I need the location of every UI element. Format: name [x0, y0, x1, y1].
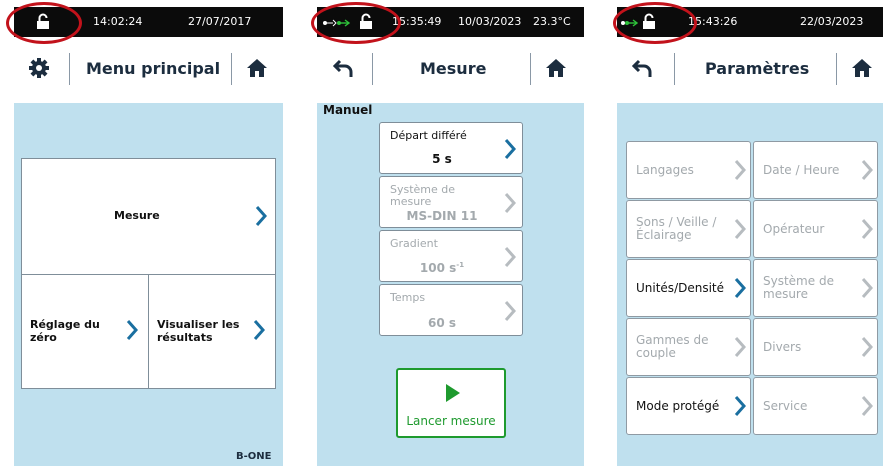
setting-gradient: Gradient 100 s-1 [379, 230, 523, 282]
param-label: Système de mesure [763, 274, 834, 301]
param-label: Divers [763, 340, 802, 354]
param-label: Mode protégé [636, 399, 720, 413]
launch-measure-label: Lancer mesure [406, 414, 496, 428]
setting-value-exponent: -1 [456, 261, 465, 269]
setting-temps: Temps 60 s [379, 284, 523, 336]
page-title: Paramètres [705, 59, 810, 78]
chevron-right-icon [734, 337, 746, 357]
setting-systeme-mesure: Système de mesure MS-DIN 11 [379, 176, 523, 228]
chevron-right-icon [504, 139, 516, 159]
setting-depart-differe[interactable]: Départ différé 5 s [379, 122, 523, 174]
chevron-right-icon [734, 219, 746, 239]
setting-value: 100 s [419, 261, 457, 275]
chevron-right-icon [861, 219, 873, 239]
chevron-right-icon [734, 396, 746, 416]
setting-label: Système de mesure [390, 183, 456, 208]
page-title: Mesure [420, 59, 487, 78]
chevron-right-icon [861, 160, 873, 180]
chevron-right-icon [734, 278, 746, 298]
chevron-right-icon [734, 160, 746, 180]
annotation-ellipse [311, 2, 401, 44]
chevron-right-icon [861, 396, 873, 416]
param-service: Service [753, 377, 878, 435]
param-systeme-mesure: Système de mesure [753, 259, 878, 317]
launch-measure-button[interactable]: Lancer mesure [396, 368, 506, 438]
setting-value: MS-DIN 11 [406, 209, 478, 223]
chevron-right-icon [504, 193, 516, 213]
parametres-screen: 15:43:26 22/03/2023 Paramètres Langages … [617, 7, 883, 466]
tile-mesure[interactable]: Mesure [21, 158, 276, 275]
setting-value: 60 s [427, 316, 457, 330]
param-divers: Divers [753, 318, 878, 376]
param-gammes-couple: Gammes de couple [626, 318, 751, 376]
param-operateur: Opérateur [753, 200, 878, 258]
chevron-right-icon [861, 278, 873, 298]
param-label: Service [763, 399, 808, 413]
chevron-right-icon [504, 247, 516, 267]
title-bar: Menu principal [14, 37, 283, 103]
home-icon[interactable] [246, 57, 268, 79]
annotation-ellipse [613, 2, 697, 44]
section-title: Manuel [323, 103, 373, 117]
param-label: Date / Heure [763, 163, 840, 177]
setting-label: Départ différé [390, 129, 467, 142]
tile-label: Réglage du zéro [30, 318, 100, 344]
status-date: 10/03/2023 [458, 15, 522, 28]
param-label: Langages [636, 163, 694, 177]
param-label: Unités/Densité [636, 281, 725, 295]
param-unites-densite[interactable]: Unités/Densité [626, 259, 751, 317]
param-sons-veille-eclairage: Sons / Veille / Éclairage [626, 200, 751, 258]
title-bar: Paramètres [617, 37, 883, 103]
status-date: 22/03/2023 [800, 15, 864, 28]
status-temperature: 23.3°C [533, 15, 571, 28]
chevron-right-icon [253, 320, 265, 340]
back-icon[interactable] [632, 57, 654, 79]
chevron-right-icon [861, 337, 873, 357]
back-icon[interactable] [333, 57, 355, 79]
status-date: 27/07/2017 [188, 15, 252, 28]
setting-label: Temps [390, 291, 426, 304]
annotation-ellipse [6, 2, 82, 44]
title-bar: Mesure [317, 37, 584, 103]
gear-icon[interactable] [28, 57, 50, 79]
page-title: Menu principal [86, 59, 221, 78]
home-icon[interactable] [545, 57, 567, 79]
param-date-heure: Date / Heure [753, 141, 878, 199]
setting-value: 5 s [432, 152, 452, 166]
home-icon[interactable] [851, 57, 873, 79]
param-label: Sons / Veille / Éclairage [636, 215, 717, 242]
param-mode-protege[interactable]: Mode protégé [626, 377, 751, 435]
tile-reglage-zero[interactable]: Réglage du zéro [21, 274, 149, 389]
param-label: Gammes de couple [636, 333, 709, 360]
chevron-right-icon [255, 206, 267, 226]
play-icon [446, 384, 460, 402]
tile-visualiser-resultats[interactable]: Visualiser les résultats [148, 274, 276, 389]
chevron-right-icon [126, 320, 138, 340]
brand-label: B-ONE [236, 451, 272, 462]
chevron-right-icon [504, 301, 516, 321]
tile-label: Visualiser les résultats [157, 318, 240, 344]
main-menu-screen: 14:02:24 27/07/2017 Menu principal Mesur… [14, 7, 283, 466]
status-time: 14:02:24 [93, 15, 143, 28]
param-label: Opérateur [763, 222, 825, 236]
setting-label: Gradient [390, 237, 438, 250]
param-langages: Langages [626, 141, 751, 199]
mesure-screen: 15:35:49 10/03/2023 23.3°C Mesure Manuel… [317, 7, 584, 466]
tile-label: Mesure [114, 209, 160, 222]
